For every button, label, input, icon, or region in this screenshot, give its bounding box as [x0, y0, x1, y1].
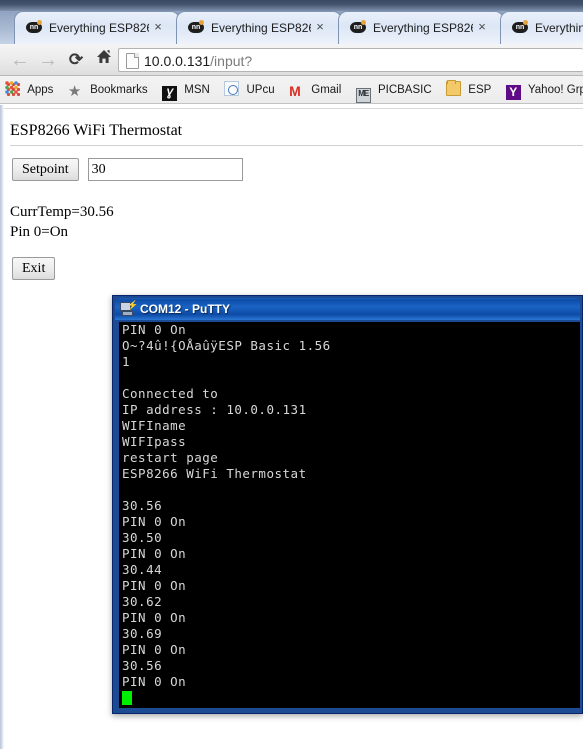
browser-tab-4[interactable]: nn Everything: [500, 11, 583, 44]
upcu-icon: [224, 81, 240, 96]
tab-strip: nn Everything ESP8266 - × nn Everything …: [0, 11, 583, 44]
folder-icon: [446, 80, 462, 96]
setpoint-form: Setpoint: [12, 158, 243, 182]
window-top-strip: [0, 0, 583, 11]
terminal-line: O~?4û!{OÅaûÿESP Basic 1.56: [122, 338, 331, 353]
bookmark-bookmarks[interactable]: ★ Bookmarks: [63, 76, 153, 103]
bookmark-picbasic[interactable]: ME PICBASIC: [351, 76, 437, 103]
terminal-line: PIN 0 On: [122, 578, 187, 593]
current-temp-text: CurrTemp=30.56: [10, 204, 114, 220]
bookmark-label: Bookmarks: [90, 84, 148, 96]
bookmark-label: Yahoo! Grps: [527, 84, 583, 96]
url-host: 10.0.0.131: [144, 53, 211, 69]
exit-form: Exit: [12, 257, 56, 280]
tab-title: Everything: [535, 21, 583, 35]
terminal-line: 30.56: [122, 658, 163, 673]
esp-forum-favicon-icon: nn: [350, 20, 367, 35]
putty-window[interactable]: ⚡ COM12 - PuTTY PIN 0 On O~?4û!{OÅaûÿESP …: [112, 295, 583, 714]
terminal-line: PIN 0 On: [122, 674, 187, 689]
url-path: /input?: [210, 53, 253, 69]
bookmark-label: MSN: [184, 84, 210, 96]
pin-state-text: Pin 0=On: [10, 224, 69, 240]
reload-icon[interactable]: ⟳: [64, 48, 88, 72]
home-icon[interactable]: [92, 48, 116, 72]
bookmark-label: ESP: [468, 84, 492, 96]
putty-window-title: COM12 - PuTTY: [140, 302, 231, 316]
exit-button[interactable]: Exit: [12, 257, 56, 280]
terminal-line: 30.56: [122, 498, 163, 513]
browser-tab-2[interactable]: nn Everything ESP8266 - ×: [176, 11, 342, 44]
setpoint-button[interactable]: Setpoint: [12, 158, 79, 181]
back-arrow-icon[interactable]: ←: [8, 48, 32, 72]
esp-forum-favicon-icon: nn: [26, 20, 43, 35]
bookmark-gmail[interactable]: M Gmail: [284, 76, 346, 103]
terminal-line: IP address : 10.0.0.131: [122, 402, 307, 417]
tab-close-icon[interactable]: ×: [151, 20, 165, 34]
terminal-line: 30.62: [122, 594, 163, 609]
esp-forum-favicon-icon: nn: [188, 20, 205, 35]
terminal-line: Connected to: [122, 386, 219, 401]
terminal-cursor: [122, 691, 132, 705]
msn-icon: Ɣ: [162, 86, 178, 101]
bookmarks-bar: Apps ★ Bookmarks Ɣ MSN UPcu M Gmail ME P…: [0, 76, 583, 104]
bookmark-label: Gmail: [311, 84, 342, 96]
terminal-line: WIFIname: [122, 418, 187, 433]
page-title: ESP8266 WiFi Thermostat: [10, 122, 183, 139]
terminal-line: 30.69: [122, 626, 163, 641]
bookmark-msn[interactable]: Ɣ MSN: [157, 76, 215, 103]
tab-close-icon[interactable]: ×: [475, 20, 489, 34]
putty-title-bar[interactable]: ⚡ COM12 - PuTTY: [115, 298, 580, 320]
setpoint-input[interactable]: [87, 158, 243, 181]
terminal-line: WIFIpass: [122, 434, 187, 449]
page-divider: [10, 145, 583, 146]
yahoo-icon: Y: [505, 85, 521, 100]
address-bar-text: 10.0.0.131/input?: [144, 51, 252, 71]
terminal-line: PIN 0 On: [122, 610, 187, 625]
address-bar[interactable]: 10.0.0.131/input?: [118, 48, 583, 72]
page-document-icon: [126, 53, 139, 69]
putty-terminal[interactable]: PIN 0 On O~?4û!{OÅaûÿESP Basic 1.56 1 Conn…: [119, 322, 580, 708]
terminal-line: 1: [122, 354, 131, 369]
tab-title: Everything ESP8266 -: [49, 21, 149, 35]
terminal-line: 30.44: [122, 562, 163, 577]
terminal-line: 30.50: [122, 530, 163, 545]
terminal-line: PIN 0 On: [122, 546, 187, 561]
bookmark-upcu[interactable]: UPcu: [219, 76, 279, 103]
bookmark-label: UPcu: [246, 84, 275, 96]
terminal-line: PIN 0 On: [122, 322, 187, 337]
putty-terminal-icon: ⚡: [119, 301, 138, 317]
bookmark-label: Apps: [27, 84, 54, 96]
bookmark-apps[interactable]: Apps: [0, 76, 58, 103]
tab-title: Everything ESP8266 -: [211, 21, 311, 35]
page-top-divider: [4, 108, 583, 109]
bookmark-label: PICBASIC: [377, 84, 432, 96]
picbasic-icon: ME: [355, 88, 371, 103]
terminal-line: PIN 0 On: [122, 642, 187, 657]
browser-window: nn Everything ESP8266 - × nn Everything …: [0, 0, 583, 110]
browser-tab-3[interactable]: nn Everything ESP8266 - ×: [338, 11, 504, 44]
terminal-line: PIN 0 On: [122, 514, 187, 529]
gmail-icon: M: [289, 83, 301, 99]
star-icon: ★: [67, 83, 82, 100]
forward-arrow-icon[interactable]: →: [36, 48, 60, 72]
terminal-line: ESP8266 WiFi Thermostat: [122, 466, 307, 481]
bookmark-esp-folder[interactable]: ESP: [441, 76, 496, 103]
bookmark-yahoo-groups[interactable]: Y Yahoo! Grps: [501, 76, 583, 103]
browser-tab-1[interactable]: nn Everything ESP8266 - ×: [14, 11, 180, 44]
tab-close-icon[interactable]: ×: [313, 20, 327, 34]
page-left-border: [0, 105, 4, 749]
terminal-line: restart page: [122, 450, 219, 465]
tab-title: Everything ESP8266 -: [373, 21, 473, 35]
browser-toolbar: ← → ⟳ 10.0.0.131/input?: [0, 44, 583, 76]
esp-forum-favicon-icon: nn: [512, 20, 529, 35]
terminal-output: PIN 0 On O~?4û!{OÅaûÿESP Basic 1.56 1 Conn…: [119, 322, 580, 690]
apps-grid-icon: [5, 81, 20, 96]
